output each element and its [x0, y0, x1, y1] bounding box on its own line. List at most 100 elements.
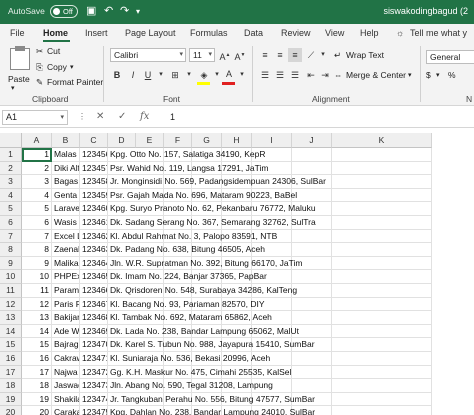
cell-code[interactable]: 123467: [80, 297, 108, 312]
table-cell[interactable]: [332, 338, 432, 352]
cell-name[interactable]: Bakijan M: [52, 311, 80, 325]
cell-no[interactable]: 14: [22, 324, 52, 339]
borders-icon[interactable]: ⊞: [168, 68, 182, 82]
borders-dropdown-icon[interactable]: ▾: [182, 68, 196, 82]
align-top-icon[interactable]: ≡: [258, 48, 272, 62]
increase-indent-icon[interactable]: ⇥: [318, 68, 332, 82]
cell-code[interactable]: 123458: [80, 175, 108, 189]
column-header-i[interactable]: I: [252, 133, 292, 148]
tab-page-layout[interactable]: Page Layout: [125, 28, 176, 38]
cell-no[interactable]: 9: [22, 256, 52, 271]
tab-view[interactable]: View: [325, 28, 344, 38]
table-cell[interactable]: [292, 243, 332, 257]
cell-code[interactable]: 123466: [80, 284, 108, 298]
cell-no[interactable]: 19: [22, 392, 52, 407]
table-cell[interactable]: [332, 188, 432, 203]
table-cell[interactable]: [332, 256, 432, 271]
column-header-j[interactable]: J: [292, 133, 332, 148]
cell-name[interactable]: Jaswadi H: [52, 379, 80, 393]
table-cell[interactable]: [332, 148, 432, 162]
copy-button[interactable]: Copy: [47, 62, 67, 72]
cell-address[interactable]: Kpg. Suryo Pranoto No. 62, Pekanbaru 767…: [108, 202, 316, 216]
tab-file[interactable]: File: [10, 28, 25, 38]
cell-code[interactable]: 123463: [80, 243, 108, 257]
row-header[interactable]: 18: [0, 379, 22, 393]
percent-icon[interactable]: %: [448, 70, 456, 80]
orientation-dropdown-icon[interactable]: ▾: [316, 48, 330, 62]
cell-code[interactable]: 123464: [80, 256, 108, 271]
row-header[interactable]: 11: [0, 284, 22, 298]
row-header[interactable]: 17: [0, 365, 22, 380]
tab-insert[interactable]: Insert: [85, 28, 108, 38]
cell-address[interactable]: Jr. Tangkuban Perahu No. 556, Bitung 475…: [108, 393, 315, 407]
table-cell[interactable]: [332, 175, 432, 189]
cell-name[interactable]: Diki Alfara: [52, 161, 80, 176]
number-format-select[interactable]: General: [426, 50, 474, 64]
cell-address[interactable]: Dk. Qrisdoren No. 548, Surabaya 34286, K…: [108, 284, 297, 298]
cell-no[interactable]: 7: [22, 229, 52, 244]
cell-name[interactable]: Shakila Nu: [52, 392, 80, 407]
tab-help[interactable]: Help: [360, 28, 379, 38]
wrap-text-button[interactable]: Wrap Text: [346, 50, 384, 60]
cut-button[interactable]: Cut: [47, 46, 60, 56]
cell-name[interactable]: Paris Padr: [52, 297, 80, 312]
table-cell[interactable]: [332, 202, 432, 216]
table-cell[interactable]: [292, 311, 332, 325]
cell-no[interactable]: 15: [22, 338, 52, 352]
cell-address[interactable]: Kl. Bacang No. 93, Pariaman 82570, DIY: [108, 298, 265, 312]
table-cell[interactable]: [292, 365, 332, 380]
row-header[interactable]: 3: [0, 175, 22, 189]
cell-no[interactable]: 1: [22, 148, 52, 162]
currency-dropdown-icon[interactable]: ▾: [436, 71, 440, 79]
column-header-f[interactable]: F: [164, 133, 192, 148]
column-header-a[interactable]: A: [22, 133, 52, 148]
cell-name[interactable]: Bagas San: [52, 175, 80, 189]
table-cell[interactable]: [332, 311, 432, 325]
cell-address[interactable]: Kl. Abdul Rahmat No. 3, Palopo 83591, NT…: [108, 230, 277, 244]
cell-code[interactable]: 123457: [80, 161, 108, 176]
cell-no[interactable]: 2: [22, 161, 52, 176]
table-cell[interactable]: [332, 161, 432, 176]
cell-code[interactable]: 123473: [80, 379, 108, 393]
cell-no[interactable]: 11: [22, 284, 52, 298]
cell-address[interactable]: Psr. Wahid No. 119, Langsa 17291, JaTim: [108, 162, 268, 176]
cell-no[interactable]: 4: [22, 188, 52, 203]
cell-no[interactable]: 12: [22, 297, 52, 312]
cell-name[interactable]: Bajragin A: [52, 338, 80, 352]
cell-no[interactable]: 3: [22, 175, 52, 189]
cell-code[interactable]: 123460: [80, 202, 108, 216]
paste-button[interactable]: Paste: [8, 74, 30, 84]
align-center-icon[interactable]: ☰: [273, 68, 287, 82]
cell-address[interactable]: Psr. Gajah Mada No. 696, Mataram 90223, …: [108, 189, 297, 203]
table-cell[interactable]: [332, 297, 432, 312]
column-header-k[interactable]: K: [332, 133, 432, 148]
row-header[interactable]: 7: [0, 229, 22, 244]
decrease-indent-icon[interactable]: ⇤: [304, 68, 318, 82]
cell-address[interactable]: Dk. Imam No. 224, Banjar 37365, PapBar: [108, 270, 267, 284]
font-color-dropdown-icon[interactable]: ▾: [235, 68, 249, 82]
table-cell[interactable]: [332, 352, 432, 366]
cell-no[interactable]: 10: [22, 270, 52, 284]
cell-address[interactable]: Dk. Lada No. 238, Bandar Lampung 65062, …: [108, 325, 299, 339]
font-name-select[interactable]: Calibri ▾: [110, 48, 186, 62]
cell-name[interactable]: Cakrawan: [52, 352, 80, 366]
currency-icon[interactable]: $: [426, 70, 431, 80]
format-painter-button[interactable]: Format Painter: [47, 77, 103, 87]
row-header[interactable]: 8: [0, 243, 22, 257]
table-cell[interactable]: [292, 379, 332, 393]
row-header[interactable]: 19: [0, 392, 22, 407]
copy-dropdown-icon[interactable]: ▾: [70, 63, 74, 71]
cell-address[interactable]: Gg. K.H. Maskur No. 475, Cimahi 25535, K…: [108, 366, 291, 380]
cell-code[interactable]: 123474: [80, 392, 108, 407]
undo-icon[interactable]: ↶: [104, 4, 113, 17]
cell-address[interactable]: Kpg. Otto No. 157, Salatiga 34190, KepR: [108, 148, 265, 162]
cell-name[interactable]: Zaenab W: [52, 243, 80, 257]
increase-font-icon[interactable]: A▲: [218, 48, 232, 62]
column-header-b[interactable]: B: [52, 133, 80, 148]
row-header[interactable]: 16: [0, 352, 22, 366]
cell-no[interactable]: 6: [22, 216, 52, 230]
cell-code[interactable]: 123456: [80, 148, 108, 162]
cell-address[interactable]: Jln. W.R. Supratman No. 392, Bitung 6617…: [108, 257, 302, 271]
cell-name[interactable]: Ade Wahy: [52, 324, 80, 339]
column-header-d[interactable]: D: [108, 133, 136, 148]
